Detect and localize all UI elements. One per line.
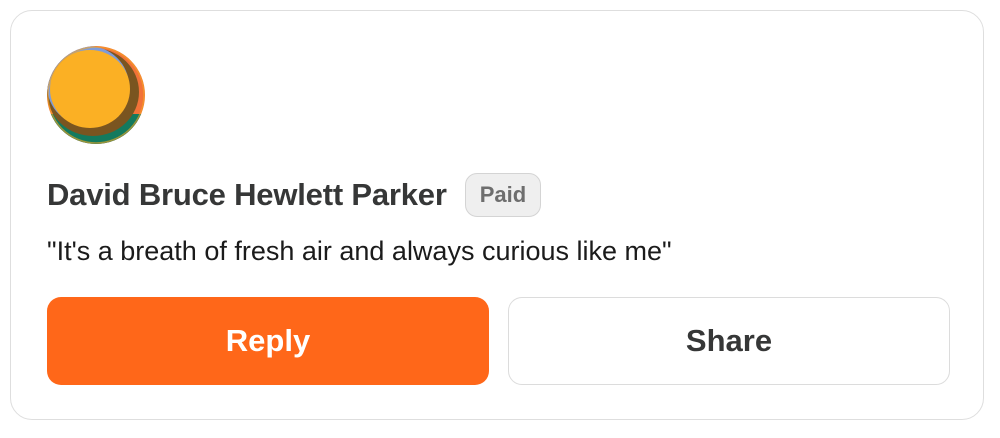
- paid-badge: Paid: [464, 173, 542, 217]
- share-button[interactable]: Share: [508, 297, 950, 385]
- comment-text: "It's a breath of fresh air and always c…: [47, 236, 672, 266]
- comment-card: David Bruce Hewlett Parker Paid "It's a …: [10, 10, 984, 420]
- author-row: David Bruce Hewlett Parker Paid: [47, 171, 542, 219]
- author-name[interactable]: David Bruce Hewlett Parker: [47, 177, 447, 213]
- avatar-image: [47, 46, 145, 144]
- reply-button[interactable]: Reply: [47, 297, 489, 385]
- avatar[interactable]: [47, 46, 145, 144]
